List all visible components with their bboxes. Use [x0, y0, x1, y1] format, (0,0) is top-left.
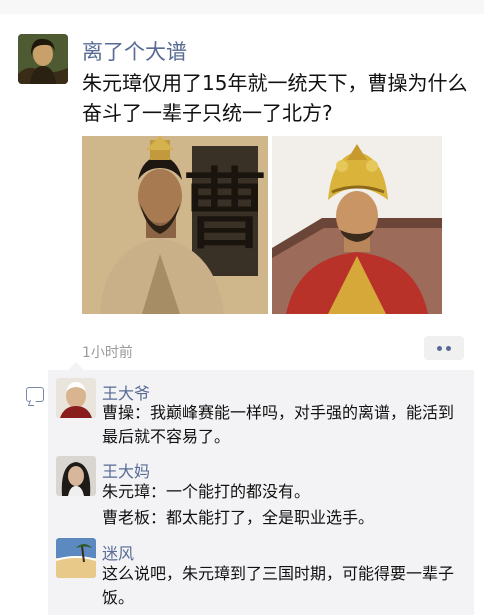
top-strip [0, 0, 484, 14]
poster-avatar[interactable] [18, 34, 68, 84]
post-photo-right[interactable] [272, 136, 442, 314]
comment-bubble-icon [26, 387, 44, 402]
comment-text-3: 这么说吧，朱元璋到了三国时期，可能得要一辈子饭。 [102, 564, 455, 607]
comment-avatar-3[interactable] [56, 538, 96, 578]
comment-avatar-2[interactable] [56, 456, 96, 496]
comment-text-2b: 曹老板：都太能打了，全是职业选手。 [102, 508, 375, 527]
backdrop-character: 曹 [180, 158, 268, 263]
more-dots-icon [437, 345, 442, 351]
comment-avatar-1[interactable] [56, 378, 96, 418]
post-time: 1小时前 [82, 345, 133, 361]
more-options-button[interactable] [424, 336, 464, 360]
more-dots-icon [446, 345, 451, 351]
post-photo-left[interactable]: 曹 [82, 136, 268, 314]
comment-text-1: 曹操：我巅峰赛能一样吗，对手强的离谱，能活到最后就不容易了。 [102, 403, 455, 446]
comment-text-2a: 朱元璋：一个能打的都没有。 [102, 482, 311, 501]
comment-author-2[interactable]: 王大妈 [102, 458, 150, 482]
comment-author-3[interactable]: 迷风 [102, 540, 134, 564]
post-text: 朱元璋仅用了15年就一统天下，曹操为什么奋斗了一辈子只统一了北方? [82, 71, 468, 125]
poster-name[interactable]: 离了个大谱 [82, 36, 187, 66]
